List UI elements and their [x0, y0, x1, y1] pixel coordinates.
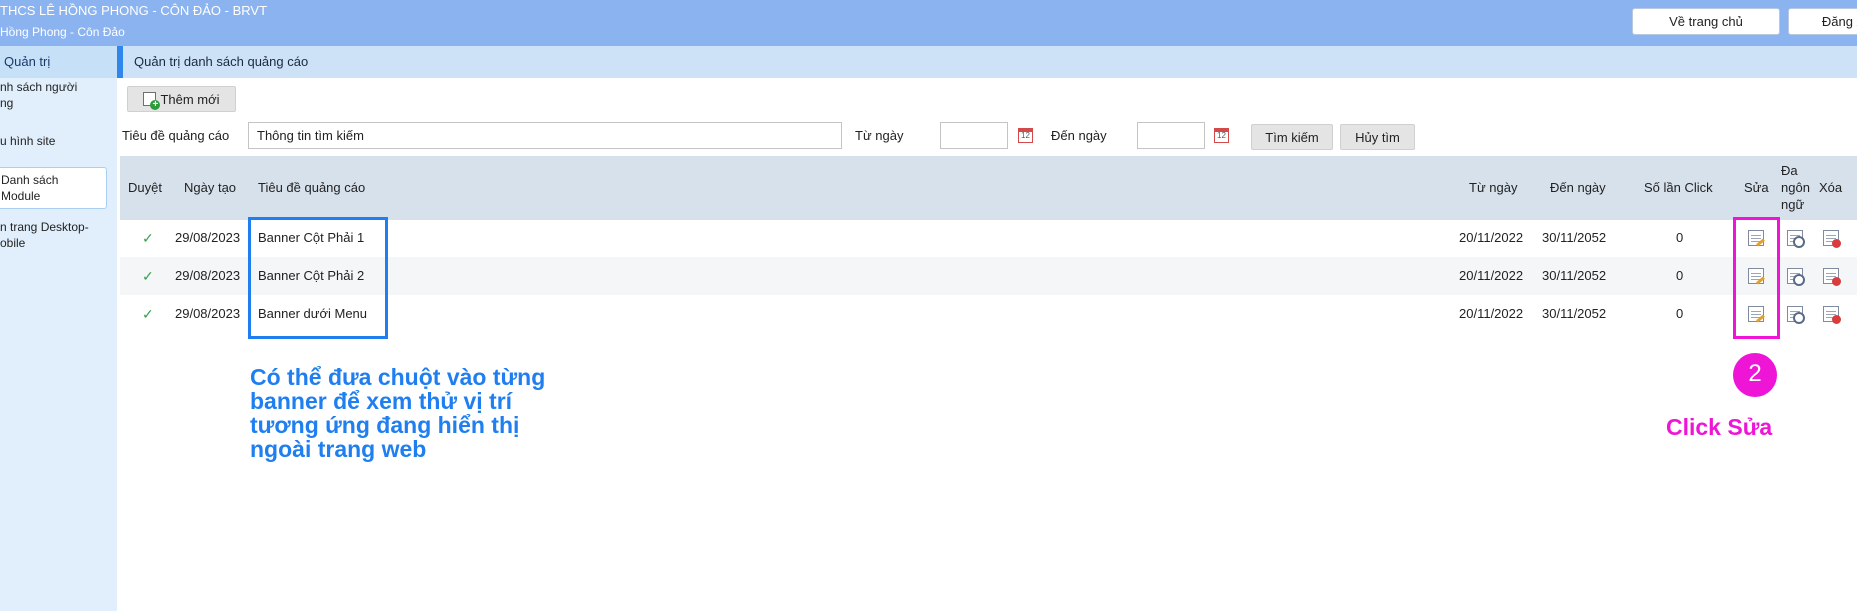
sidebar-item-desktop-mobile[interactable]: n trang Desktop- obile — [0, 219, 106, 251]
highlight-box-titles — [248, 217, 388, 339]
from-date-label: Từ ngày — [855, 128, 904, 143]
col-approved[interactable]: Duyệt — [128, 180, 162, 195]
to-date: 30/11/2052 — [1542, 230, 1607, 245]
to-date-label: Đến ngày — [1051, 128, 1107, 143]
from-calendar-icon[interactable]: 12 — [1018, 128, 1033, 143]
page-title: Quản trị danh sách quảng cáo — [117, 46, 1857, 78]
from-date: 20/11/2022 — [1459, 230, 1524, 245]
approved-check-icon: ✓ — [142, 268, 154, 284]
step-number-badge: 2 — [1733, 353, 1777, 397]
approved-check-icon: ✓ — [142, 230, 154, 246]
created-date: 29/08/2023 — [175, 306, 241, 321]
col-from[interactable]: Từ ngày — [1469, 180, 1517, 195]
multilang-icon[interactable] — [1787, 306, 1805, 324]
click-count: 0 — [1676, 268, 1684, 283]
top-header: THCS LÊ HỒNG PHONG - CÔN ĐẢO - BRVT Hồng… — [0, 0, 1857, 46]
created-date: 29/08/2023 — [175, 230, 241, 245]
to-calendar-icon[interactable]: 12 — [1214, 128, 1229, 143]
title-search-input[interactable] — [248, 122, 842, 149]
col-clicks[interactable]: Số lần Click — [1644, 180, 1713, 195]
site-subtitle: Hồng Phong - Côn Đảo — [0, 25, 125, 39]
col-title[interactable]: Tiêu đề quảng cáo — [258, 180, 365, 195]
home-button[interactable]: Về trang chủ — [1632, 8, 1780, 35]
from-date: 20/11/2022 — [1459, 268, 1524, 283]
delete-icon[interactable] — [1823, 306, 1841, 324]
col-created[interactable]: Ngày tạo — [184, 180, 236, 195]
sidebar-item-user-list[interactable]: nh sách người ng — [0, 79, 106, 111]
page: THCS LÊ HỒNG PHONG - CÔN ĐẢO - BRVT Hồng… — [0, 0, 1857, 611]
title-filter-label: Tiêu đề quảng cáo — [122, 128, 230, 143]
annotation-click-edit: Click Sửa — [1666, 414, 1773, 440]
click-count: 0 — [1676, 306, 1684, 321]
created-date: 29/08/2023 — [175, 268, 241, 283]
from-date-input[interactable] — [940, 122, 1008, 149]
sidebar-item-site-config[interactable]: u hình site — [0, 133, 106, 149]
site-title: THCS LÊ HỒNG PHONG - CÔN ĐẢO - BRVT — [0, 3, 268, 18]
delete-icon[interactable] — [1823, 230, 1841, 248]
col-edit: Sửa — [1744, 180, 1769, 195]
click-count: 0 — [1676, 230, 1684, 245]
annotation-hover-note: Có thể đưa chuột vào từng banner để xem … — [250, 364, 546, 462]
col-multilang: Đa ngôn ngữ — [1781, 163, 1810, 212]
add-icon — [143, 91, 161, 110]
add-new-button[interactable]: Thêm mới — [127, 86, 236, 112]
multilang-icon[interactable] — [1787, 230, 1805, 248]
table-header: Duyệt Ngày tạo Tiêu đề quảng cáo Từ ngày… — [120, 156, 1857, 220]
sidebar-item-module-list[interactable]: Danh sách Module — [0, 167, 107, 209]
approved-check-icon: ✓ — [142, 306, 154, 322]
to-date: 30/11/2052 — [1542, 306, 1607, 321]
sidebar-heading: Quản trị — [0, 46, 117, 78]
search-button[interactable]: Tìm kiếm — [1251, 124, 1333, 150]
sidebar: Quản trị nh sách người ng u hình site Da… — [0, 46, 117, 611]
delete-icon[interactable] — [1823, 268, 1841, 286]
col-to[interactable]: Đến ngày — [1550, 180, 1606, 195]
col-delete: Xóa — [1819, 180, 1843, 195]
to-date-input[interactable] — [1137, 122, 1205, 149]
highlight-box-edit — [1733, 217, 1780, 339]
add-new-label: Thêm mới — [160, 91, 220, 107]
cancel-search-button[interactable]: Hủy tìm — [1340, 124, 1415, 150]
from-date: 20/11/2022 — [1459, 306, 1524, 321]
multilang-icon[interactable] — [1787, 268, 1805, 286]
to-date: 30/11/2052 — [1542, 268, 1607, 283]
logout-button[interactable]: Đăng xuất — [1788, 8, 1857, 35]
